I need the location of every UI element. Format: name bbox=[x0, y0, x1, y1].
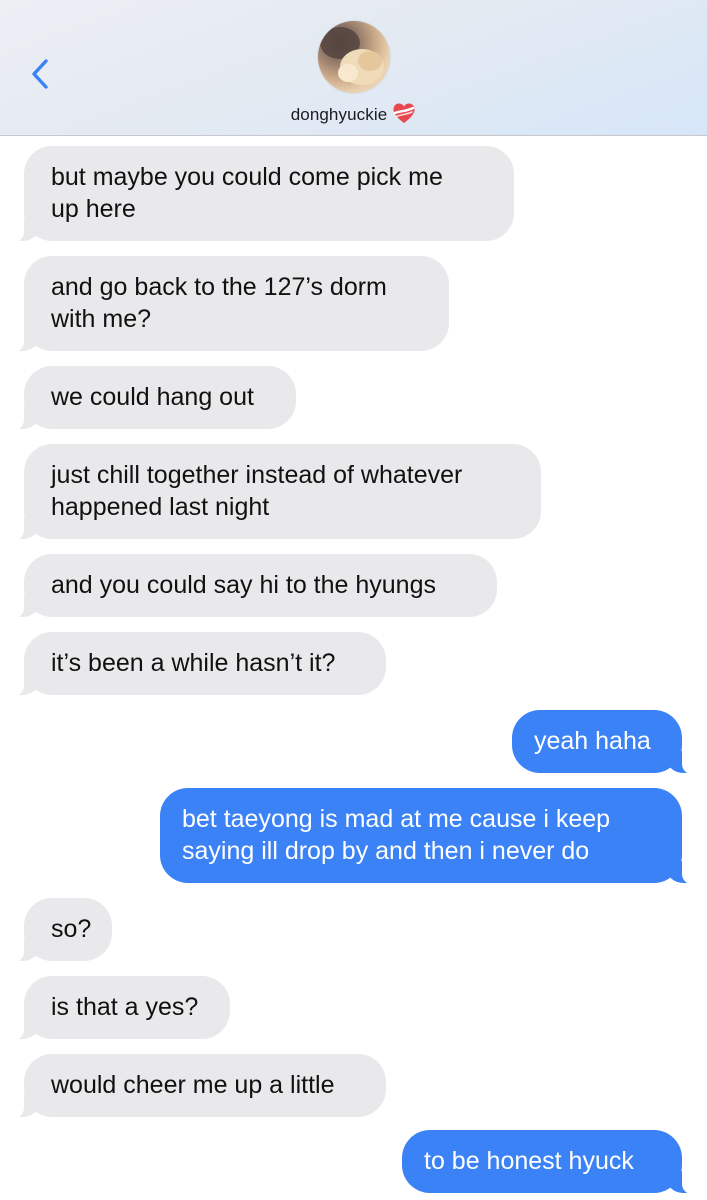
message-bubble-incoming[interactable]: it’s been a while hasn’t it? bbox=[0, 632, 386, 697]
back-button[interactable] bbox=[24, 52, 56, 96]
message-bubble-outgoing[interactable]: yeah haha bbox=[512, 710, 707, 775]
message-bubble-incoming[interactable]: just chill together instead of whatever … bbox=[0, 444, 541, 541]
contact-name: donghyuckie bbox=[290, 105, 388, 124]
message-bubble-incoming[interactable]: and go back to the 127’s dorm with me? bbox=[0, 256, 449, 353]
message-bubble-incoming[interactable]: but maybe you could come pick me up here bbox=[0, 146, 514, 243]
message-bubble-outgoing[interactable]: to be honest hyuck bbox=[402, 1130, 707, 1195]
chevron-left-icon bbox=[32, 59, 48, 89]
contact-name-row[interactable]: donghyuckie bbox=[0, 102, 707, 129]
message-bubble-incoming[interactable]: would cheer me up a little bbox=[0, 1054, 386, 1119]
message-bubble-outgoing[interactable]: bet taeyong is mad at me cause i keep sa… bbox=[160, 788, 707, 885]
message-thread[interactable]: but maybe you could come pick me up here… bbox=[0, 136, 707, 1200]
contact-avatar[interactable] bbox=[318, 21, 390, 93]
message-bubble-incoming[interactable]: is that a yes? bbox=[0, 976, 230, 1041]
message-bubble-incoming[interactable]: we could hang out bbox=[0, 366, 296, 431]
heart-ribbon-icon bbox=[392, 102, 416, 129]
message-bubble-incoming[interactable]: and you could say hi to the hyungs bbox=[0, 554, 497, 619]
conversation-header: donghyuckie bbox=[0, 0, 707, 136]
message-bubble-incoming[interactable]: so? bbox=[0, 898, 112, 963]
avatar-photo bbox=[320, 27, 384, 85]
